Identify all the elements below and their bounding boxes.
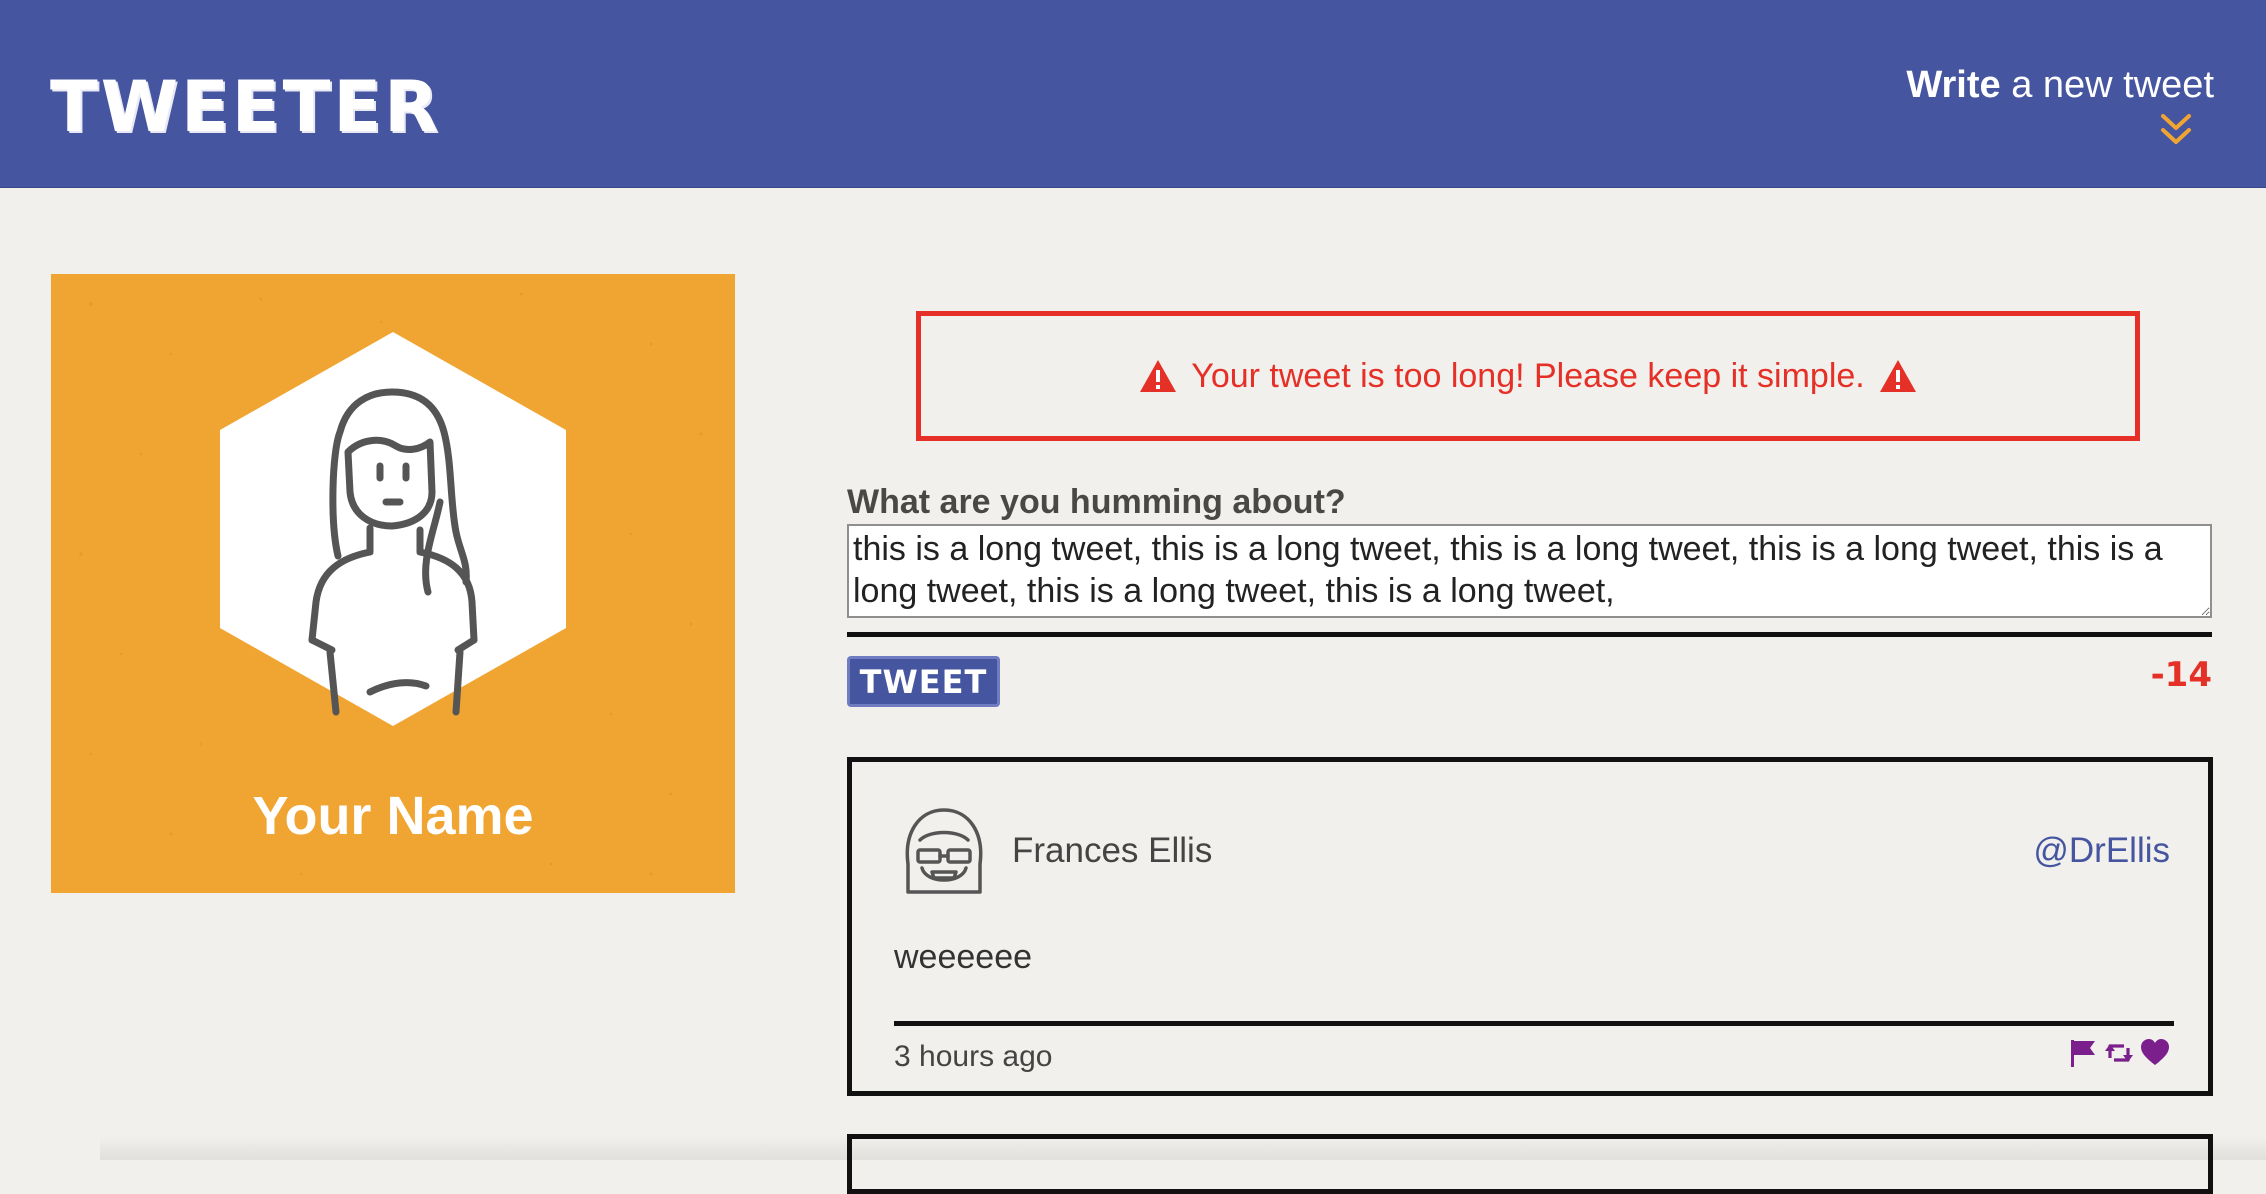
write-new-tweet-label[interactable]: Write a new tweet (1906, 62, 2214, 108)
author-avatar-icon (905, 808, 983, 894)
retweet-icon[interactable] (2104, 1038, 2134, 1068)
character-counter: -14 (2150, 655, 2212, 695)
write-new-tweet-toggle[interactable]: Write a new tweet (1906, 62, 2214, 148)
tweet-author-name: Frances Ellis (1012, 831, 1213, 870)
warning-triangle-icon (1879, 360, 1916, 392)
profile-card: Your Name (51, 274, 735, 893)
flag-icon[interactable] (2068, 1038, 2098, 1068)
app-logo[interactable]: TWEETER (50, 62, 441, 152)
tweet-author-handle: @DrEllis (2033, 831, 2170, 870)
tweet-button[interactable]: TWEET (847, 656, 1000, 707)
tweet-textarea[interactable]: this is a long tweet, this is a long twe… (847, 524, 2212, 618)
profile-name: Your Name (252, 786, 534, 846)
compose-divider (847, 632, 2212, 637)
tweet-divider (894, 1021, 2174, 1026)
tweet-timestamp: 3 hours ago (894, 1040, 1053, 1073)
write-label-rest: a new tweet (2000, 64, 2214, 106)
tweet-actions (2068, 1038, 2170, 1068)
top-nav: TWEETER Write a new tweet (0, 0, 2266, 188)
double-chevron-down-icon[interactable] (2160, 112, 2192, 148)
heart-icon[interactable] (2140, 1038, 2170, 1068)
error-message-box: Your tweet is too long! Please keep it s… (916, 311, 2140, 441)
user-avatar-icon (220, 332, 566, 726)
write-label-bold: Write (1906, 64, 2001, 106)
bottom-shadow (100, 1136, 2266, 1160)
error-message-text: Your tweet is too long! Please keep it s… (1191, 356, 1865, 395)
tweet-content: weeeeee (894, 938, 1033, 976)
warning-triangle-icon (1140, 360, 1177, 392)
compose-label: What are you humming about? (847, 483, 1346, 521)
tweet-card: Frances Ellis @DrEllis weeeeee 3 hours a… (847, 757, 2213, 1096)
